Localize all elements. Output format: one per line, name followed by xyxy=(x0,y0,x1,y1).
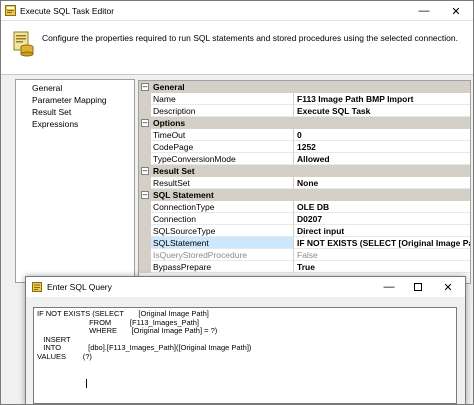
category-label: Result Set xyxy=(153,166,195,176)
maximize-icon xyxy=(414,283,422,291)
property-row[interactable]: IsQueryStoredProcedure False xyxy=(139,249,470,261)
property-value[interactable]: F113 Image Path BMP Import xyxy=(294,93,470,105)
property-value: False xyxy=(294,249,470,261)
property-row[interactable]: SQLSourceType Direct input xyxy=(139,225,470,237)
property-name: IsQueryStoredProcedure xyxy=(151,249,294,261)
property-name: Name xyxy=(151,93,294,105)
property-name: ConnectionType xyxy=(151,201,294,213)
property-name: Connection xyxy=(151,213,294,225)
property-value[interactable]: True xyxy=(294,261,470,273)
nav-item-result-set[interactable]: Result Set xyxy=(32,107,71,117)
property-row-selected[interactable]: SQLStatement IF NOT EXISTS (SELECT [Orig… xyxy=(139,237,470,249)
property-name: SQLSourceType xyxy=(151,225,294,237)
property-row[interactable]: Connection D0207 xyxy=(139,213,470,225)
title-bar[interactable]: Execute SQL Task Editor — ✕ xyxy=(1,1,473,21)
nav-panel: General Parameter Mapping Result Set Exp… xyxy=(15,79,135,283)
category-label: Options xyxy=(153,118,186,128)
property-name: BypassPrepare xyxy=(151,261,294,273)
header-area: Configure the properties required to run… xyxy=(1,21,473,75)
property-row[interactable]: CodePage 1252 xyxy=(139,141,470,153)
property-name: TypeConversionMode xyxy=(151,153,294,165)
minimize-icon: — xyxy=(418,5,430,17)
property-row[interactable]: Description Execute SQL Task xyxy=(139,105,470,117)
property-name: TimeOut xyxy=(151,129,294,141)
property-name: Description xyxy=(151,105,294,117)
property-row[interactable]: Name F113 Image Path BMP Import xyxy=(139,93,470,105)
enter-sql-query-dialog: Enter SQL Query — ✕ IF NOT EXISTS (SELEC… xyxy=(25,276,466,405)
collapse-icon[interactable]: − xyxy=(141,83,149,91)
dialog-minimize-button[interactable]: — xyxy=(375,277,403,297)
dialog-title: Enter SQL Query xyxy=(47,282,112,292)
sql-query-text[interactable]: IF NOT EXISTS (SELECT [Original Image Pa… xyxy=(37,309,251,361)
dialog-maximize-button[interactable] xyxy=(404,277,432,297)
category-sql-statement[interactable]: − SQL Statement xyxy=(139,189,470,201)
property-value[interactable]: Direct input xyxy=(294,225,470,237)
property-value[interactable]: None xyxy=(294,177,470,189)
property-row[interactable]: TimeOut 0 xyxy=(139,129,470,141)
property-row[interactable]: TypeConversionMode Allowed xyxy=(139,153,470,165)
window-title: Execute SQL Task Editor xyxy=(20,6,115,16)
sql-query-editor[interactable]: IF NOT EXISTS (SELECT [Original Image Pa… xyxy=(33,307,457,404)
close-button[interactable]: ✕ xyxy=(441,1,471,21)
property-value[interactable]: OLE DB xyxy=(294,201,470,213)
nav-item-general[interactable]: General xyxy=(32,83,62,93)
dialog-app-icon xyxy=(32,282,42,292)
property-row[interactable]: BypassPrepare True xyxy=(139,261,470,273)
property-row[interactable]: ConnectionType OLE DB xyxy=(139,201,470,213)
property-name: ResultSet xyxy=(151,177,294,189)
collapse-icon[interactable]: − xyxy=(141,167,149,175)
property-value[interactable]: 1252 xyxy=(294,141,470,153)
category-label: General xyxy=(153,82,185,92)
collapse-icon[interactable]: − xyxy=(141,191,149,199)
property-value[interactable]: IF NOT EXISTS (SELECT [Original Image Pa… xyxy=(294,237,470,249)
category-options[interactable]: − Options xyxy=(139,117,470,129)
nav-item-parameter-mapping[interactable]: Parameter Mapping xyxy=(32,95,107,105)
close-icon: ✕ xyxy=(443,281,453,294)
property-row[interactable]: ResultSet None xyxy=(139,177,470,189)
header-description: Configure the properties required to run… xyxy=(42,33,458,43)
property-name: SQLStatement xyxy=(151,237,294,249)
sql-task-icon xyxy=(13,31,34,57)
property-value[interactable]: Allowed xyxy=(294,153,470,165)
category-result-set[interactable]: − Result Set xyxy=(139,165,470,177)
collapse-icon[interactable]: − xyxy=(141,119,149,127)
property-value[interactable]: D0207 xyxy=(294,213,470,225)
property-grid: − General Name F113 Image Path BMP Impor… xyxy=(138,80,471,284)
category-label: SQL Statement xyxy=(153,190,214,200)
property-value[interactable]: Execute SQL Task xyxy=(294,105,470,117)
text-caret xyxy=(86,379,87,388)
nav-item-expressions[interactable]: Expressions xyxy=(32,119,78,129)
dialog-title-bar[interactable]: Enter SQL Query — ✕ xyxy=(26,277,465,297)
app-icon xyxy=(5,5,16,16)
minimize-button[interactable]: — xyxy=(409,1,439,21)
property-value[interactable]: 0 xyxy=(294,129,470,141)
minimize-icon: — xyxy=(383,281,395,293)
close-icon: ✕ xyxy=(451,5,461,18)
category-general[interactable]: − General xyxy=(139,81,470,93)
dialog-close-button[interactable]: ✕ xyxy=(434,277,462,297)
property-name: CodePage xyxy=(151,141,294,153)
